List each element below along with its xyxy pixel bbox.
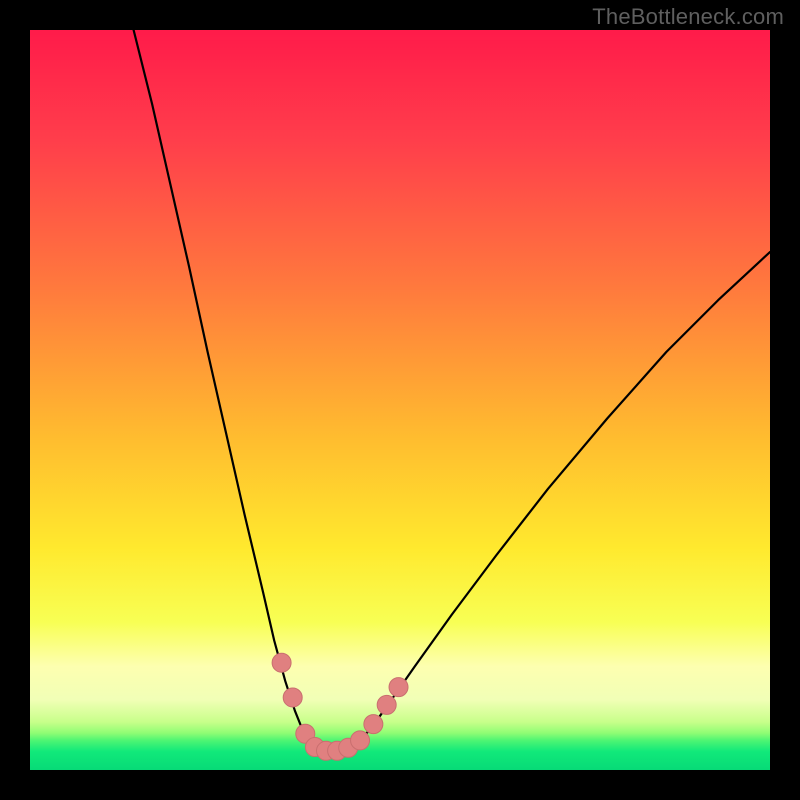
series-marker: [351, 731, 370, 750]
series-marker: [283, 688, 302, 707]
series-marker: [377, 695, 396, 714]
series-marker: [389, 678, 408, 697]
watermark-text: TheBottleneck.com: [592, 4, 784, 30]
bottleneck-plot: [30, 30, 770, 770]
gradient-background: [30, 30, 770, 770]
series-marker: [272, 653, 291, 672]
series-marker: [364, 715, 383, 734]
plot-frame: [30, 30, 770, 770]
chart-container: TheBottleneck.com: [0, 0, 800, 800]
